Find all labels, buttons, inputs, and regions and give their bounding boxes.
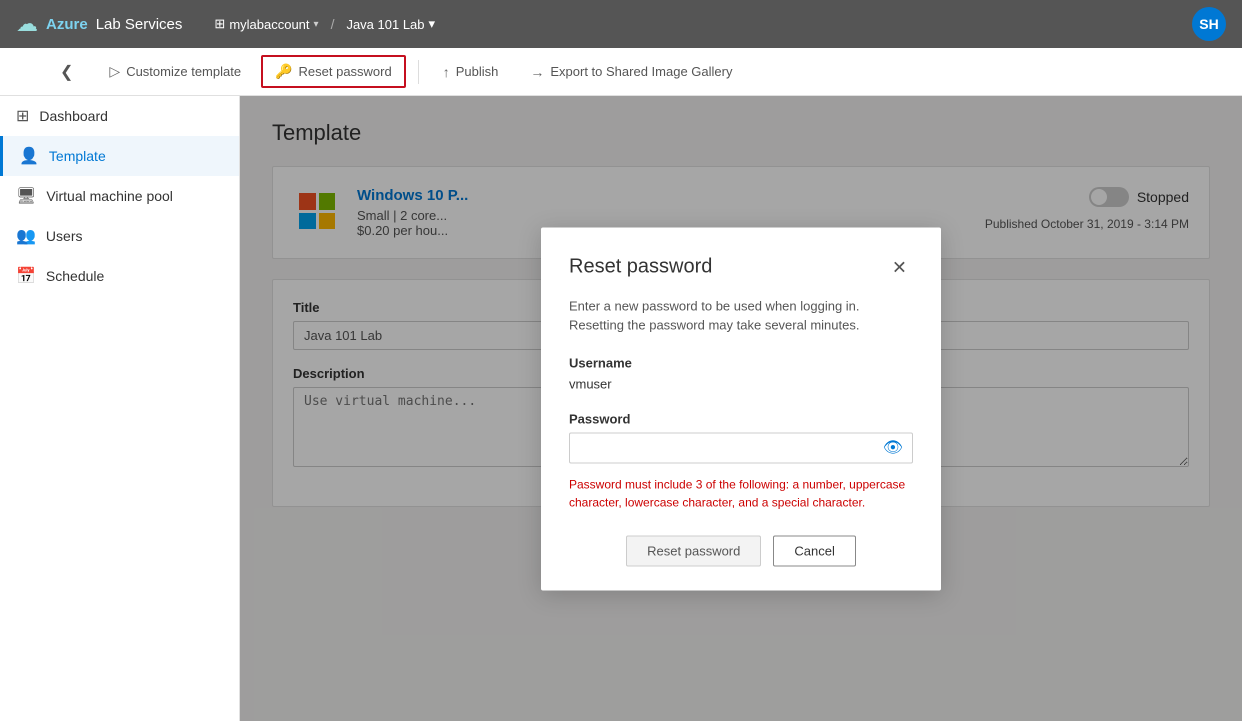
avatar-initials: SH (1199, 16, 1218, 32)
publish-icon: ↑ (443, 64, 450, 80)
username-label: Username (569, 355, 913, 370)
modal-close-button[interactable]: ✕ (886, 255, 913, 280)
customize-label: Customize template (126, 64, 241, 79)
publish-label: Publish (456, 64, 499, 79)
password-field: Password 👁 (569, 411, 913, 463)
user-avatar[interactable]: SH (1192, 7, 1226, 41)
topnav-slash: / (331, 16, 335, 32)
lab-chevron: ▾ (429, 16, 436, 32)
cloud-icon: ☁ (16, 11, 38, 37)
lab-selector[interactable]: Java 101 Lab ▾ (346, 16, 435, 32)
account-selector[interactable]: ⊞ mylabaccount ▾ (214, 16, 318, 32)
password-label: Password (569, 411, 913, 426)
password-input[interactable] (569, 432, 913, 463)
schedule-icon: 📅 (16, 266, 36, 286)
collapse-icon[interactable]: ❮ (60, 62, 73, 82)
sidebar-dashboard-label: Dashboard (39, 108, 108, 124)
toolbar-separator (418, 60, 419, 84)
modal-actions: Reset password Cancel (569, 535, 913, 566)
reset-password-modal: Reset password ✕ Enter a new password to… (541, 227, 941, 590)
sidebar-users-label: Users (46, 228, 83, 244)
export-icon: → (530, 64, 544, 80)
reset-label: Reset password (299, 64, 392, 79)
lab-name: Java 101 Lab (346, 17, 424, 32)
topnav: ☁ Azure Lab Services ⊞ mylabaccount ▾ / … (0, 0, 1242, 48)
modal-title: Reset password (569, 255, 712, 278)
sidebar-item-users[interactable]: 👥 Users (0, 216, 239, 256)
modal-description: Enter a new password to be used when log… (569, 296, 913, 335)
sidebar-schedule-label: Schedule (46, 268, 104, 284)
sidebar-item-schedule[interactable]: 📅 Schedule (0, 256, 239, 296)
brand-azure: Azure (46, 16, 88, 33)
sidebar-template-label: Template (49, 148, 106, 164)
publish-button[interactable]: ↑ Publish (431, 58, 511, 86)
cancel-button[interactable]: Cancel (773, 535, 855, 566)
account-icon: ⊞ (214, 16, 225, 32)
username-field: Username vmuser (569, 355, 913, 391)
customize-template-button[interactable]: ▷ Customize template (97, 57, 253, 86)
users-icon: 👥 (16, 226, 36, 246)
sidebar-vmpool-label: Virtual machine pool (46, 188, 173, 204)
modal-header: Reset password ✕ (569, 255, 913, 280)
eye-icon[interactable]: 👁 (883, 438, 903, 458)
password-hint: Password must include 3 of the following… (569, 475, 913, 511)
modal-password-wrap: 👁 (569, 432, 913, 463)
vmpool-icon: 🖥 (16, 186, 36, 206)
logo: ☁ Azure Lab Services (16, 11, 182, 37)
sidebar-item-dashboard[interactable]: ⊞ Dashboard (0, 96, 239, 136)
key-icon: 🔑 (275, 63, 292, 80)
sidebar-item-template[interactable]: 👤 Template (0, 136, 239, 176)
dashboard-icon: ⊞ (16, 106, 29, 126)
account-chevron: ▾ (314, 19, 319, 30)
app-layout: ⊞ Dashboard 👤 Template 🖥 Virtual machine… (0, 96, 1242, 721)
sidebar: ⊞ Dashboard 👤 Template 🖥 Virtual machine… (0, 96, 240, 721)
brand-rest: Lab Services (96, 16, 183, 33)
username-value: vmuser (569, 376, 913, 391)
main-content: Template Windows 10 P... Small | 2 core.… (240, 96, 1242, 721)
toolbar: ❮ ▷ Customize template 🔑 Reset password … (0, 48, 1242, 96)
reset-password-button[interactable]: 🔑 Reset password (261, 55, 406, 88)
sidebar-item-vmpool[interactable]: 🖥 Virtual machine pool (0, 176, 239, 216)
export-label: Export to Shared Image Gallery (550, 64, 732, 79)
template-icon: 👤 (19, 146, 39, 166)
reset-password-submit-button[interactable]: Reset password (626, 535, 761, 566)
export-button[interactable]: → Export to Shared Image Gallery (518, 58, 744, 86)
play-icon: ▷ (109, 63, 120, 80)
account-name: mylabaccount (229, 17, 309, 32)
